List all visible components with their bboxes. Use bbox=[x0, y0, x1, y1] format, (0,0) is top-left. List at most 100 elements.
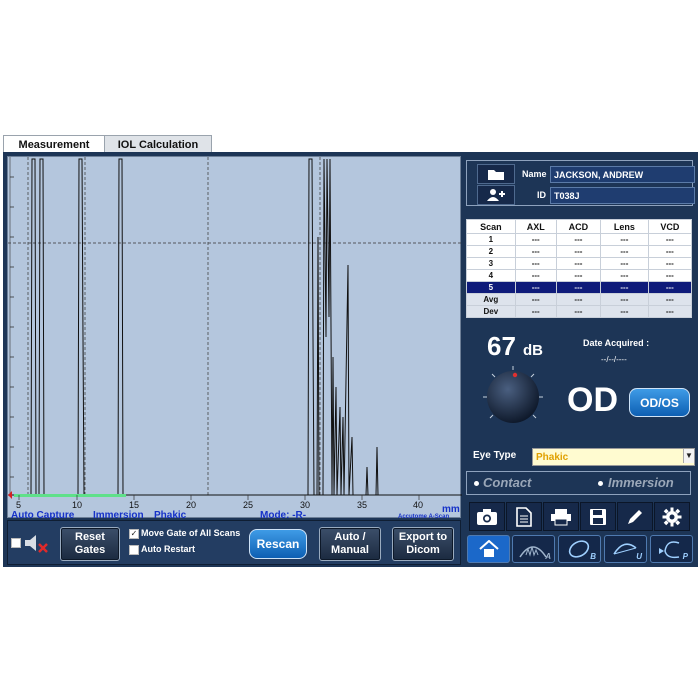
auto-restart-label: Auto Restart bbox=[141, 544, 196, 554]
name-label: Name bbox=[522, 169, 547, 179]
contact-radio[interactable] bbox=[474, 481, 479, 486]
table-cell: --- bbox=[555, 257, 602, 270]
scan-table: Scan AXL ACD Lens VCD 1 --- --- --- --- 2 ---… bbox=[466, 219, 693, 318]
folder-icon bbox=[488, 169, 504, 180]
table-cell: --- bbox=[600, 269, 649, 282]
a-scan-mode-button[interactable]: A bbox=[512, 535, 555, 563]
table-cell: --- bbox=[600, 293, 649, 306]
table-cell: --- bbox=[647, 293, 693, 306]
table-cell: --- bbox=[647, 281, 693, 294]
eye-type-select[interactable]: Phakic ▼ bbox=[532, 448, 695, 466]
table-cell: --- bbox=[647, 269, 693, 282]
gain-value: 67 bbox=[487, 331, 516, 361]
probe-mode-group: Contact Immersion bbox=[466, 471, 691, 495]
immersion-option[interactable]: Immersion bbox=[608, 475, 674, 490]
table-row-selected[interactable]: 5 --- --- --- --- bbox=[466, 281, 693, 294]
auto-restart-checkbox[interactable] bbox=[129, 545, 139, 555]
x-tick-label: 20 bbox=[186, 500, 197, 510]
table-cell: --- bbox=[600, 245, 649, 258]
gear-icon bbox=[662, 507, 682, 526]
x-tick-label: 30 bbox=[300, 500, 311, 510]
patient-box: Name JACKSON, ANDREW ID T038J bbox=[466, 160, 695, 206]
table-row-average: Avg --- --- --- --- bbox=[466, 293, 693, 306]
scan-table-header: Scan AXL ACD Lens VCD bbox=[466, 219, 693, 234]
printer-icon bbox=[551, 508, 571, 525]
table-cell: --- bbox=[600, 305, 649, 318]
x-tick-label: 25 bbox=[243, 500, 254, 510]
table-cell: --- bbox=[514, 245, 557, 258]
home-button[interactable] bbox=[467, 535, 510, 563]
add-patient-button[interactable] bbox=[477, 185, 515, 205]
table-cell: --- bbox=[555, 293, 602, 306]
p-mode-button[interactable]: P bbox=[650, 535, 693, 563]
settings-button[interactable] bbox=[654, 502, 690, 531]
table-cell: --- bbox=[514, 233, 557, 246]
eye-type-label: Eye Type bbox=[473, 450, 517, 461]
open-patient-button[interactable] bbox=[477, 164, 515, 184]
table-cell: 5 bbox=[466, 281, 516, 294]
table-cell: Avg bbox=[466, 293, 516, 306]
camera-icon bbox=[477, 508, 497, 525]
table-row[interactable]: 2 --- --- --- --- bbox=[466, 245, 693, 258]
a-scan-plot[interactable]: 5 10 15 20 25 30 35 40 mm Auto Capture I… bbox=[7, 156, 462, 521]
edit-button[interactable] bbox=[617, 502, 653, 531]
move-gate-checkbox[interactable]: ✓ bbox=[129, 529, 139, 539]
pencil-icon bbox=[628, 509, 642, 524]
move-gate-label: Move Gate of All Scans bbox=[141, 528, 241, 538]
table-cell: --- bbox=[600, 233, 649, 246]
capture-button[interactable] bbox=[469, 502, 505, 531]
add-user-icon bbox=[487, 189, 505, 201]
table-row-deviation: Dev --- --- --- --- bbox=[466, 305, 693, 318]
table-cell: --- bbox=[647, 233, 693, 246]
table-cell: --- bbox=[514, 293, 557, 306]
x-tick-label: 15 bbox=[129, 500, 140, 510]
date-acquired-value: --/--/---- bbox=[601, 355, 627, 364]
x-tick-label: 10 bbox=[72, 500, 83, 510]
table-cell: --- bbox=[514, 281, 557, 294]
auto-manual-button[interactable]: Auto / Manual bbox=[319, 527, 381, 561]
table-cell: --- bbox=[555, 281, 602, 294]
immersion-radio[interactable] bbox=[598, 481, 603, 486]
table-row[interactable]: 4 --- --- --- --- bbox=[466, 269, 693, 282]
patient-id-field[interactable]: T038J bbox=[550, 187, 695, 204]
table-cell: --- bbox=[555, 269, 602, 282]
gain-knob[interactable] bbox=[480, 364, 546, 430]
table-cell: --- bbox=[647, 245, 693, 258]
reset-gates-button[interactable]: Reset Gates bbox=[60, 527, 120, 561]
echo-waveform bbox=[8, 158, 462, 496]
id-label: ID bbox=[537, 190, 546, 200]
gain-unit: dB bbox=[523, 342, 543, 359]
table-cell: --- bbox=[647, 257, 693, 270]
x-tick-label: 5 bbox=[16, 500, 22, 510]
print-button[interactable] bbox=[543, 502, 579, 531]
table-cell: 3 bbox=[466, 257, 516, 270]
report-button[interactable] bbox=[506, 502, 542, 531]
table-cell: --- bbox=[514, 269, 557, 282]
table-cell: Dev bbox=[466, 305, 516, 318]
export-dicom-button[interactable]: Export to Dicom bbox=[392, 527, 454, 561]
save-button[interactable] bbox=[580, 502, 616, 531]
home-icon bbox=[478, 540, 499, 557]
table-cell: --- bbox=[514, 257, 557, 270]
document-icon bbox=[516, 506, 532, 527]
table-cell: --- bbox=[647, 305, 693, 318]
x-tick-label: 35 bbox=[357, 500, 368, 510]
a-scan-waveform bbox=[8, 157, 462, 500]
table-row[interactable]: 3 --- --- --- --- bbox=[466, 257, 693, 270]
chevron-down-icon[interactable]: ▼ bbox=[683, 449, 694, 463]
range-indicator bbox=[14, 494, 126, 497]
u-mode-button[interactable]: U bbox=[604, 535, 647, 563]
rescan-button[interactable]: Rescan bbox=[249, 529, 307, 559]
table-cell: 1 bbox=[466, 233, 516, 246]
knob-indicator bbox=[512, 372, 518, 378]
control-bar: Reset Gates ✓ Move Gate of All Scans Auto… bbox=[7, 520, 461, 565]
table-row[interactable]: 1 --- --- --- --- bbox=[466, 233, 693, 246]
mute-icon[interactable] bbox=[22, 531, 50, 555]
b-scan-mode-button[interactable]: B bbox=[558, 535, 601, 563]
od-os-toggle-button[interactable]: OD/OS bbox=[629, 388, 690, 417]
contact-option[interactable]: Contact bbox=[483, 475, 531, 490]
patient-name-field[interactable]: JACKSON, ANDREW bbox=[550, 166, 695, 183]
mute-checkbox[interactable] bbox=[11, 538, 21, 548]
table-cell: --- bbox=[600, 281, 649, 294]
date-acquired-label: Date Acquired : bbox=[583, 338, 650, 348]
